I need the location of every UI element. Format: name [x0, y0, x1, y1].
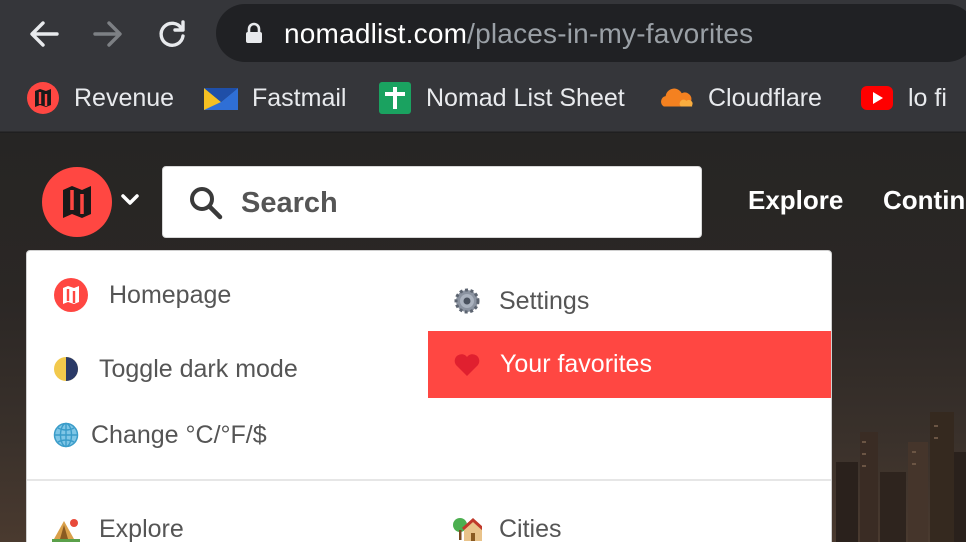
bookmark-label: Revenue — [74, 83, 175, 112]
menu-item-homepage[interactable]: Homepage — [51, 275, 231, 315]
nav-explore[interactable]: Explore — [748, 185, 843, 216]
menu-item-label: Toggle dark mode — [99, 354, 298, 383]
lock-icon — [246, 22, 262, 43]
reload-button[interactable] — [152, 14, 192, 54]
menu-item-settings[interactable]: Settings — [451, 281, 589, 321]
bookmark-revenue[interactable]: Revenue — [26, 78, 174, 118]
gear-icon — [451, 285, 483, 317]
menu-item-label: Your favorites — [500, 350, 652, 378]
bookmark-label: lo fi — [908, 83, 947, 112]
forward-button[interactable] — [88, 14, 128, 54]
arrow-left-icon — [30, 21, 59, 47]
page-content: Search Explore Contin Homepage Settings … — [0, 133, 966, 542]
menu-item-change-units[interactable]: Change °C/°F/$ — [51, 415, 267, 455]
nomadlist-logo-icon — [26, 81, 60, 115]
globe-icon — [51, 420, 81, 450]
menu-item-label: Change °C/°F/$ — [91, 420, 267, 449]
reload-icon — [159, 20, 185, 47]
url-host: nomadlist.com — [284, 18, 468, 49]
bookmarks-bar: Revenue Fastmail Nomad List Sheet Cloudf… — [0, 66, 966, 132]
bookmark-cloudflare[interactable]: Cloudflare — [660, 78, 822, 118]
menu-item-label: Settings — [499, 286, 590, 315]
bookmark-label: Nomad List Sheet — [426, 83, 625, 112]
youtube-icon — [860, 81, 894, 115]
bookmark-lo-fi[interactable]: lo fi — [860, 78, 947, 118]
nomadlist-logo-button[interactable] — [42, 167, 112, 237]
address-bar[interactable]: nomadlist.com/places-in-my-favorites — [216, 4, 966, 62]
menu-item-your-favorites[interactable]: Your favorites — [428, 331, 831, 398]
nomadlist-logo-icon — [51, 275, 91, 315]
url-path: /places-in-my-favorites — [467, 18, 754, 49]
menu-item-toggle-dark-mode[interactable]: Toggle dark mode — [51, 349, 298, 389]
menu-item-cities[interactable]: Cities — [451, 509, 562, 542]
bookmark-label: Fastmail — [252, 83, 347, 112]
menu-item-label: Homepage — [109, 280, 232, 309]
search-input[interactable]: Search — [162, 166, 702, 238]
fastmail-icon — [204, 81, 238, 115]
bookmark-nomad-list-sheet[interactable]: Nomad List Sheet — [378, 78, 625, 118]
main-menu-dropdown: Homepage Settings Toggle dark mode Your … — [26, 250, 832, 542]
cloudflare-icon — [660, 81, 694, 115]
search-placeholder: Search — [241, 187, 338, 219]
heart-icon — [452, 350, 482, 380]
browser-toolbar: nomadlist.com/places-in-my-favorites — [0, 0, 966, 66]
menu-item-label: Explore — [99, 514, 184, 542]
bookmark-label: Cloudflare — [708, 83, 822, 112]
url-text[interactable]: nomadlist.com/places-in-my-favorites — [284, 18, 753, 50]
bookmark-fastmail[interactable]: Fastmail — [204, 78, 346, 118]
menu-item-label: Cities — [499, 514, 562, 542]
city-skyline-background — [836, 412, 966, 542]
nav-continents[interactable]: Contin — [883, 185, 965, 216]
search-icon — [190, 187, 223, 220]
google-sheets-icon — [378, 81, 412, 115]
nomadlist-logo-icon — [63, 186, 91, 218]
menu-item-explore[interactable]: Explore — [51, 509, 184, 542]
menu-divider — [27, 479, 831, 481]
camping-icon — [51, 514, 81, 542]
arrow-right-icon — [93, 21, 122, 47]
half-moon-icon — [51, 354, 81, 384]
back-button[interactable] — [24, 14, 64, 54]
chevron-down-icon[interactable] — [120, 193, 140, 207]
house-with-garden-icon — [451, 514, 483, 542]
